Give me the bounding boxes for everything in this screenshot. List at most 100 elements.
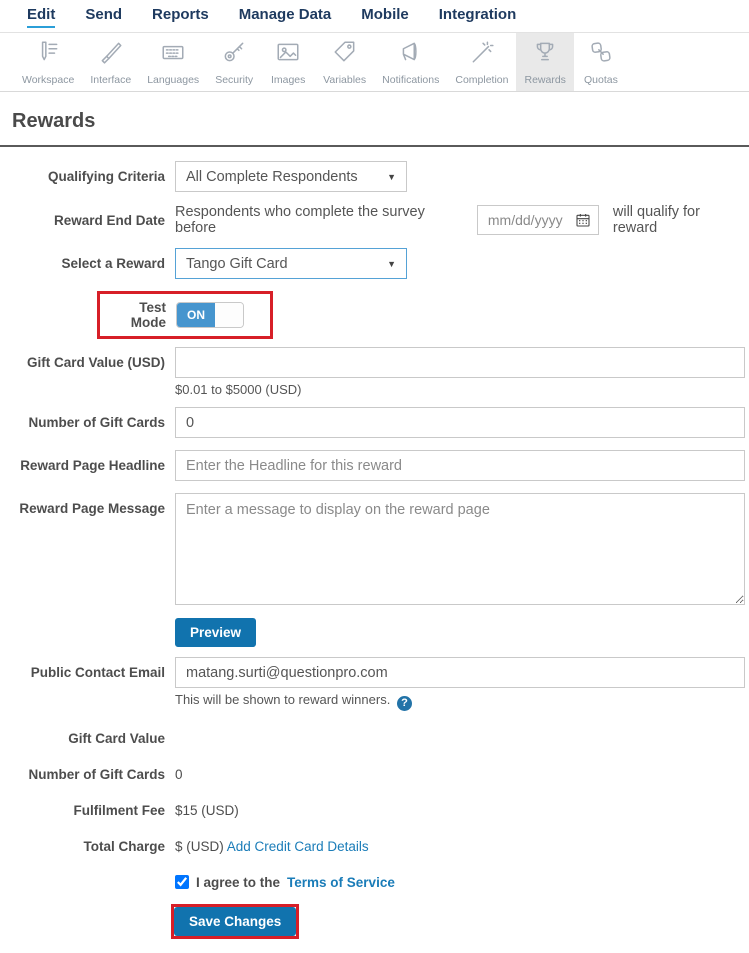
nav-item-send[interactable]: Send xyxy=(85,6,122,28)
chevron-down-icon: ▼ xyxy=(387,171,396,182)
public-contact-email-label: Public Contact Email xyxy=(30,665,165,680)
tab-languages[interactable]: Languages xyxy=(139,33,207,91)
images-icon xyxy=(275,39,301,74)
reward-page-headline-label: Reward Page Headline xyxy=(20,458,165,473)
tab-label: Workspace xyxy=(22,74,75,86)
select-reward-value: Tango Gift Card xyxy=(186,255,288,272)
test-mode-annotation-box: Test Mode ON xyxy=(97,291,273,339)
select-reward-label: Select a Reward xyxy=(61,256,165,271)
terms-checkbox[interactable] xyxy=(175,875,189,889)
tab-rewards[interactable]: Rewards xyxy=(516,33,574,91)
row-reward-page-headline: Reward Page Headline xyxy=(0,450,745,481)
help-icon[interactable]: ? xyxy=(396,695,412,711)
tab-variables[interactable]: Variables xyxy=(315,33,374,91)
number-of-gift-cards-input[interactable] xyxy=(175,407,745,438)
qualifying-criteria-label: Qualifying Criteria xyxy=(47,169,165,184)
reward-end-date-label: Reward End Date xyxy=(53,212,165,228)
save-annotation-box: Save Changes xyxy=(171,903,300,939)
reward-end-date-prefix: Respondents who complete the survey befo… xyxy=(175,204,425,236)
row-terms: I agree to the Terms of Service xyxy=(175,875,745,890)
tab-label: Quotas xyxy=(583,74,618,86)
nav-item-edit[interactable]: Edit xyxy=(27,6,56,28)
summary-row-number-of-gift-cards: Number of Gift Cards 0 xyxy=(0,767,745,782)
total-charge-value: $ (USD) Add Credit Card Details xyxy=(175,839,369,854)
reward-end-date-field-wrap xyxy=(476,205,599,235)
reward-page-headline-input[interactable] xyxy=(175,450,745,481)
fulfilment-fee-label: Fulfilment Fee xyxy=(73,802,165,818)
rewards-form: Qualifying Criteria All Complete Respond… xyxy=(0,147,749,953)
number-of-gift-cards-label: Number of Gift Cards xyxy=(28,415,165,430)
security-icon xyxy=(221,39,247,74)
qualifying-criteria-select[interactable]: All Complete Respondents ▼ xyxy=(175,161,407,192)
row-gift-card-value: Gift Card Value (USD) $0.01 to $5000 (US… xyxy=(0,347,745,397)
tab-label: Variables xyxy=(323,74,367,86)
chevron-down-icon: ▼ xyxy=(387,258,396,269)
reward-end-date-suffix: will qualify for reward xyxy=(612,204,700,236)
calendar-icon[interactable] xyxy=(575,212,591,228)
tab-notifications[interactable]: Notifications xyxy=(374,33,447,91)
public-contact-email-helper: This will be shown to reward winners. ? xyxy=(175,692,745,711)
rewards-icon xyxy=(532,39,558,74)
save-changes-button[interactable]: Save Changes xyxy=(174,906,297,936)
preview-button[interactable]: Preview xyxy=(175,618,257,647)
gift-card-value-input[interactable] xyxy=(175,347,745,378)
qualifying-criteria-value: All Complete Respondents xyxy=(186,168,358,185)
gift-card-value-label: Gift Card Value (USD) xyxy=(26,355,165,370)
tab-label: Interface xyxy=(90,74,132,86)
toggle-on-segment: ON xyxy=(177,303,215,327)
nav-item-reports[interactable]: Reports xyxy=(152,6,209,28)
test-mode-label: Test Mode xyxy=(130,300,166,330)
notifications-icon xyxy=(398,39,424,74)
summary-row-gift-card-value: Gift Card Value xyxy=(0,731,745,746)
tab-workspace[interactable]: Workspace xyxy=(14,33,82,91)
add-credit-card-link[interactable]: Add Credit Card Details xyxy=(227,839,369,854)
tab-interface[interactable]: Interface xyxy=(82,33,139,91)
tab-images[interactable]: Images xyxy=(261,33,315,91)
completion-icon xyxy=(469,39,495,74)
tab-label: Images xyxy=(270,74,306,86)
tab-label: Languages xyxy=(147,74,200,86)
public-contact-email-input[interactable] xyxy=(175,657,745,688)
nav-item-integration[interactable]: Integration xyxy=(439,6,517,28)
summary-row-fulfilment-fee: Fulfilment Fee $15 (USD) xyxy=(0,803,745,818)
tab-label: Rewards xyxy=(524,74,566,86)
tab-completion[interactable]: Completion xyxy=(447,33,516,91)
select-reward-select[interactable]: Tango Gift Card ▼ xyxy=(175,248,407,279)
total-charge-amount: $ (USD) xyxy=(175,838,224,854)
page-header: Rewards xyxy=(0,92,749,147)
row-reward-page-message: Reward Page Message xyxy=(0,493,745,610)
row-preview: Preview xyxy=(175,618,745,647)
quotas-icon xyxy=(588,39,614,74)
reward-page-message-textarea[interactable] xyxy=(175,493,745,605)
terms-text: I agree to the xyxy=(196,874,281,890)
workspace-icon xyxy=(35,39,61,74)
reward-page-message-label: Reward Page Message xyxy=(19,501,165,516)
interface-icon xyxy=(98,39,124,74)
page-title: Rewards xyxy=(12,110,96,132)
summary-number-of-gift-cards-label: Number of Gift Cards xyxy=(28,766,165,782)
toggle-knob xyxy=(215,303,243,327)
fulfilment-fee-value: $15 (USD) xyxy=(175,802,239,818)
tab-label: Security xyxy=(215,74,254,86)
summary-gift-card-value-label: Gift Card Value xyxy=(68,730,165,746)
top-nav: Edit Send Reports Manage Data Mobile Int… xyxy=(0,0,749,33)
tab-label: Notifications xyxy=(382,74,440,86)
row-reward-end-date: Reward End Date Respondents who complete… xyxy=(0,204,745,236)
row-qualifying-criteria: Qualifying Criteria All Complete Respond… xyxy=(0,161,745,192)
tab-security[interactable]: Security xyxy=(207,33,261,91)
summary-number-of-gift-cards: 0 xyxy=(175,766,183,782)
tab-label: Completion xyxy=(455,74,509,86)
tab-quotas[interactable]: Quotas xyxy=(574,33,628,91)
nav-item-mobile[interactable]: Mobile xyxy=(361,6,409,28)
nav-item-manage-data[interactable]: Manage Data xyxy=(239,6,332,28)
row-public-contact-email: Public Contact Email This will be shown … xyxy=(0,657,745,711)
variables-icon xyxy=(332,39,358,74)
test-mode-toggle[interactable]: ON xyxy=(176,302,244,328)
terms-of-service-link[interactable]: Terms of Service xyxy=(287,875,395,890)
row-number-of-gift-cards: Number of Gift Cards xyxy=(0,407,745,438)
languages-icon xyxy=(160,39,186,74)
helper-text: This will be shown to reward winners. xyxy=(175,692,391,707)
total-charge-label: Total Charge xyxy=(83,838,165,854)
gift-card-value-helper: $0.01 to $5000 (USD) xyxy=(175,382,302,397)
settings-toolbar: Workspace Interface Languages Security I… xyxy=(0,33,749,92)
